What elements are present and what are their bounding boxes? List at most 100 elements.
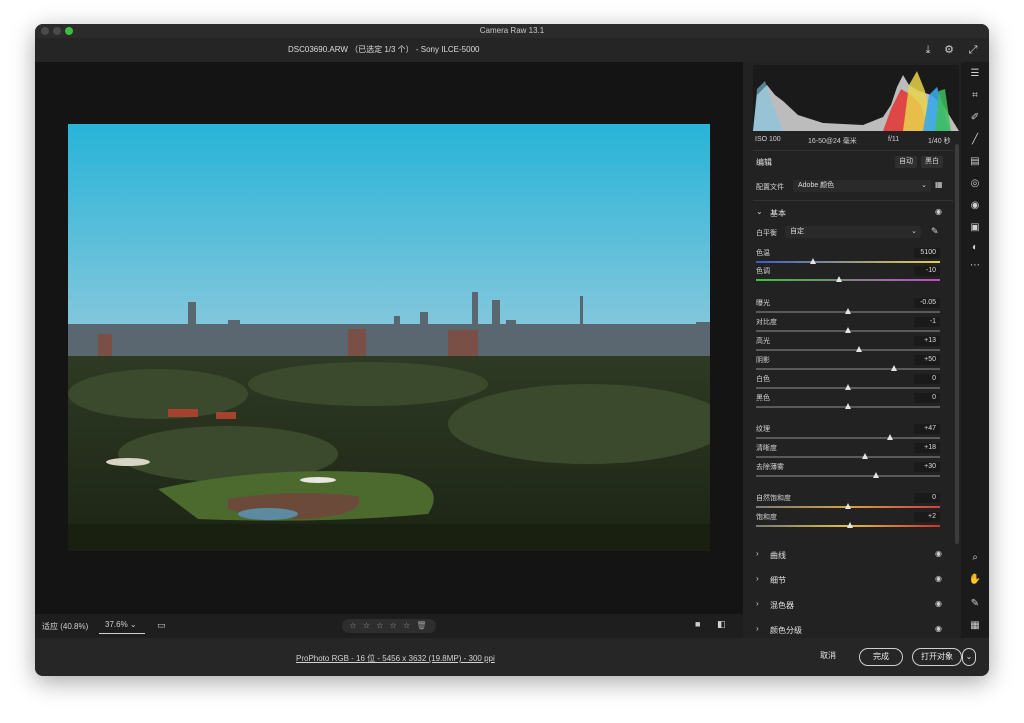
crop-icon[interactable]: ⌗ (967, 88, 983, 104)
close-window-button[interactable] (41, 27, 49, 35)
eye-icon[interactable]: ◉ (935, 207, 942, 216)
slider-track[interactable] (756, 456, 940, 458)
snapshots-icon[interactable]: ▣ (967, 220, 983, 236)
basic-section-title: 基本 (770, 209, 786, 218)
bw-button[interactable]: 黑白 (921, 156, 943, 168)
mixer-section-title: 混色器 (770, 601, 794, 610)
profile-browser-icon[interactable]: ▦ (935, 180, 943, 189)
eye-icon[interactable]: ◉ (935, 624, 942, 633)
slider-handle[interactable] (872, 472, 879, 478)
slider-value-field[interactable]: -1 (914, 317, 940, 327)
color-sampler-icon[interactable]: ✎ (967, 596, 983, 612)
slider-handle[interactable] (845, 308, 851, 314)
slider-value-field[interactable]: -10 (914, 266, 940, 276)
profile-value: Adobe 颜色 (798, 182, 835, 189)
tool-strip: ☰ ⌗ ✐ ╱ ▤ ◎ ◉ ▣ ◐ ⋯ ⌕ ✋ ✎ ▦ (961, 62, 989, 638)
minimize-window-button[interactable] (53, 27, 61, 35)
save-icon[interactable]: ⤓ (921, 43, 935, 57)
slider-handle[interactable] (887, 434, 894, 440)
slider-handle[interactable] (846, 522, 853, 528)
detail-section-header[interactable]: › 细节 ◉ (756, 573, 942, 587)
slider-handle[interactable] (835, 276, 842, 282)
lens-value: 16-50@24 毫米 (808, 138, 857, 145)
eye-icon[interactable]: ◉ (935, 574, 942, 583)
filmstrip-icon[interactable]: ▭ (157, 620, 166, 631)
brush-icon[interactable]: ╱ (967, 132, 983, 148)
slider-track[interactable] (756, 349, 940, 351)
cancel-button[interactable]: 取消 (808, 648, 848, 666)
wb-label: 白平衡 (756, 230, 777, 237)
red-eye-icon[interactable]: ◉ (967, 198, 983, 214)
before-after-icon[interactable]: ◧ (717, 619, 726, 630)
slider-value-field[interactable]: +50 (914, 355, 940, 365)
image-canvas[interactable] (35, 62, 743, 614)
profile-dropdown[interactable]: Adobe 颜色 ⌄ (793, 180, 931, 192)
slider-row: 高光 +13 (756, 336, 940, 354)
slider-handle[interactable] (845, 503, 851, 509)
mixer-section-header[interactable]: › 混色器 ◉ (756, 598, 942, 612)
slider-handle[interactable] (845, 403, 851, 409)
rating-stars[interactable]: ☆ ☆ ☆ ☆ ☆ 🗑 (342, 619, 436, 633)
slider-value-field[interactable]: +2 (914, 512, 940, 522)
slider-value-field[interactable]: +13 (914, 336, 940, 346)
slider-label: 清晰度 (756, 445, 777, 452)
slider-label: 纹理 (756, 426, 770, 433)
slider-value-field[interactable]: +18 (914, 443, 940, 453)
eye-icon[interactable]: ◉ (935, 599, 942, 608)
slider-track[interactable] (756, 437, 940, 439)
radial-filter-icon[interactable]: ◎ (967, 176, 983, 192)
slider-track[interactable] (756, 475, 940, 477)
zoom-level-dropdown[interactable]: 37.6% ⌄ (99, 618, 145, 634)
slider-value-field[interactable]: +30 (914, 462, 940, 472)
gear-icon[interactable]: ⚙ (942, 43, 956, 57)
slider-label: 色调 (756, 268, 770, 275)
panel-scrollbar[interactable] (955, 144, 959, 544)
slider-handle[interactable] (891, 365, 897, 371)
single-view-icon[interactable]: ■ (695, 619, 700, 629)
chevron-down-icon[interactable]: ⌄ (962, 648, 976, 666)
slider-handle[interactable] (810, 258, 817, 264)
slider-track[interactable] (756, 279, 940, 281)
slider-handle[interactable] (845, 327, 851, 333)
view-toolbar: 适应 (40.8%) 37.6% ⌄ ▭ ☆ ☆ ☆ ☆ ☆ 🗑 ■ ◧ (35, 614, 743, 638)
wb-dropdown[interactable]: 自定 ⌄ (785, 226, 921, 238)
basic-section-header[interactable]: ⌄ 基本 ◉ (756, 206, 942, 220)
slider-track[interactable] (756, 368, 940, 370)
slider-value-field[interactable]: 0 (914, 374, 940, 384)
slider-value-field[interactable]: 5100 (914, 248, 940, 258)
fullscreen-icon[interactable]: ⤢ (966, 43, 980, 57)
edit-sliders-icon[interactable]: ☰ (967, 66, 983, 82)
title-bar: Camera Raw 13.1 (35, 24, 989, 38)
spot-removal-icon[interactable]: ✐ (967, 110, 983, 126)
presets-icon[interactable]: ◐ (967, 240, 983, 256)
hand-icon[interactable]: ✋ (967, 572, 983, 588)
slider-handle[interactable] (845, 384, 851, 390)
open-object-button[interactable]: 打开对象 (912, 648, 962, 666)
slider-track[interactable] (756, 261, 940, 263)
done-button[interactable]: 完成 (859, 648, 903, 666)
slider-handle[interactable] (856, 346, 863, 352)
curve-section-title: 曲线 (770, 551, 786, 560)
slider-value-field[interactable]: 0 (914, 393, 940, 403)
grid-icon[interactable]: ▦ (967, 618, 983, 634)
wb-value: 自定 (790, 228, 804, 235)
slider-value-field[interactable]: 0 (914, 493, 940, 503)
slider-value-field[interactable]: -0.05 (914, 298, 940, 308)
zoom-window-button[interactable] (65, 27, 73, 35)
graduated-filter-icon[interactable]: ▤ (967, 154, 983, 170)
eye-icon[interactable]: ◉ (935, 549, 942, 558)
zoom-fit-label[interactable]: 适应 (40.8%) (42, 621, 88, 632)
zoom-icon[interactable]: ⌕ (967, 550, 983, 566)
curve-section-header[interactable]: › 曲线 ◉ (756, 548, 942, 562)
workflow-options-link[interactable]: ProPhoto RGB - 16 位 - 5456 x 3632 (19.8M… (296, 653, 495, 664)
more-icon[interactable]: ⋯ (967, 258, 983, 274)
auto-button[interactable]: 自动 (895, 156, 917, 168)
chevron-down-icon: ⌄ (756, 207, 763, 216)
zoom-level-value: 37.6% (105, 620, 128, 629)
eyedropper-icon[interactable]: ✎ (931, 226, 939, 237)
shutter-value: 1/40 秒 (928, 138, 951, 145)
chevron-down-icon: ⌄ (129, 620, 137, 629)
slider-handle[interactable] (861, 453, 868, 459)
slider-value-field[interactable]: +47 (914, 424, 940, 434)
grading-section-header[interactable]: › 颜色分级 ◉ (756, 623, 942, 637)
